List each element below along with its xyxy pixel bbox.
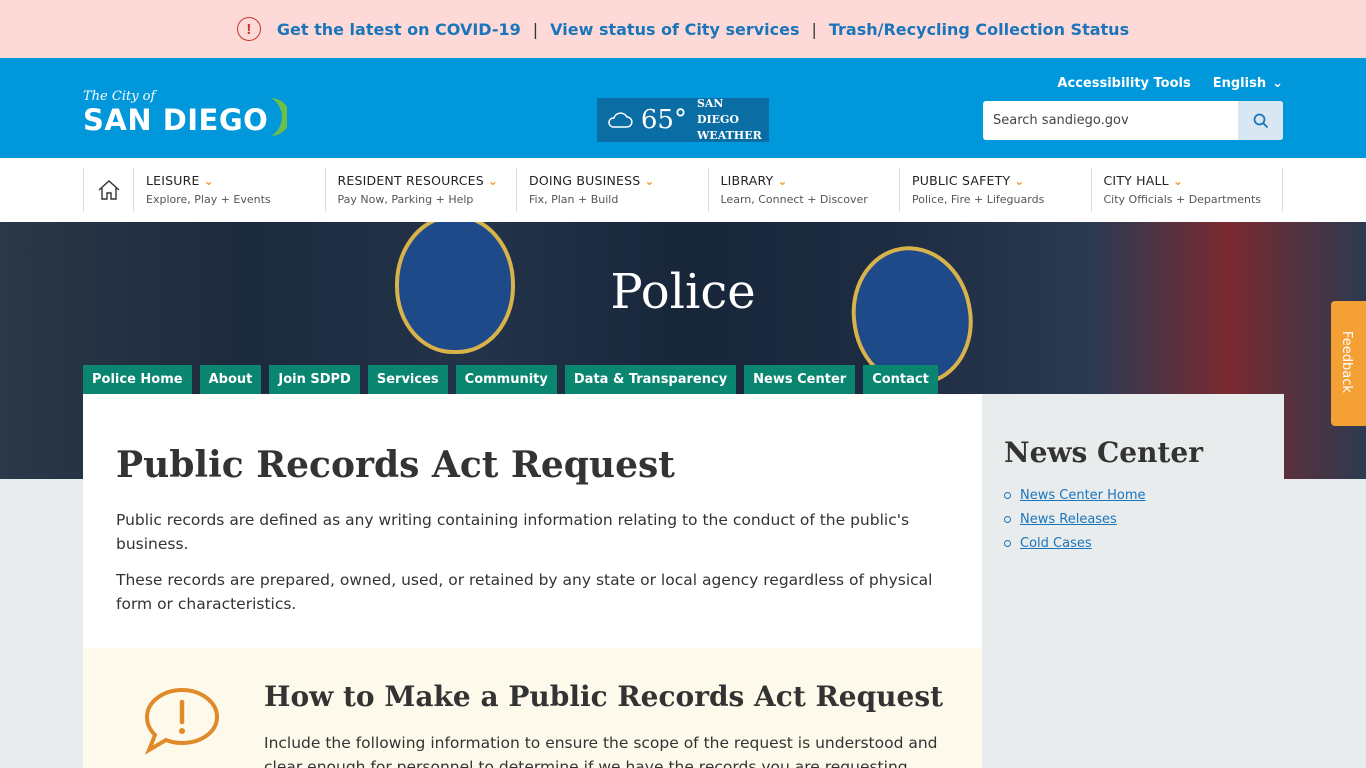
- nav-subtitle: Police, Fire + Lifeguards: [912, 193, 1045, 206]
- weather-widget[interactable]: 65° SAN DIEGO WEATHER: [597, 97, 769, 142]
- list-item: Cold Cases: [1004, 536, 1146, 551]
- nav-title: PUBLIC SAFETY: [912, 173, 1011, 188]
- nav-item-resident-resources[interactable]: RESIDENT RESOURCES ⌄ Pay Now, Parking + H…: [326, 168, 517, 212]
- nav-subtitle: Pay Now, Parking + Help: [337, 193, 474, 206]
- alert-icon: !: [236, 17, 261, 41]
- callout-text: Include the following information to ens…: [264, 734, 938, 768]
- info-callout: How to Make a Public Records Act Request…: [83, 648, 982, 768]
- chevron-down-icon: ⌄: [1172, 174, 1184, 188]
- home-icon: [98, 180, 119, 200]
- site-header: The City of SAN DIEGO 65° SAN DIEGO WEAT…: [0, 58, 1366, 158]
- list-item: News Releases: [1004, 512, 1146, 527]
- subnav-community[interactable]: Community: [455, 365, 557, 394]
- sidebar-title: News Center: [1004, 436, 1203, 469]
- section-subnav: Police Home About Join SDPD Services Com…: [83, 365, 946, 394]
- subnav-services[interactable]: Services: [367, 365, 448, 394]
- chevron-down-icon: ⌄: [1272, 76, 1283, 91]
- nav-title: LEISURE: [146, 173, 200, 188]
- chevron-down-icon: ⌄: [777, 174, 788, 188]
- feedback-label: Feedback: [1339, 331, 1354, 393]
- chevron-down-icon: ⌄: [487, 174, 499, 188]
- nav-subtitle: Learn, Connect + Discover: [720, 193, 868, 206]
- nav-item-city-hall[interactable]: CITY HALL ⌄ City Officials + Departments: [1092, 168, 1283, 212]
- sidebar: News Center News Center Home News Releas…: [982, 394, 1284, 768]
- weather-temperature: 65°: [640, 105, 687, 135]
- callout-title: How to Make a Public Records Act Request: [264, 680, 944, 713]
- nav-subtitle: Fix, Plan + Build: [529, 193, 619, 206]
- nav-item-doing-business[interactable]: DOING BUSINESS ⌄ Fix, Plan + Build: [517, 168, 709, 212]
- trash-status-link[interactable]: Trash/Recycling Collection Status: [829, 20, 1129, 39]
- nav-item-public-safety[interactable]: PUBLIC SAFETY ⌄ Police, Fire + Lifeguards: [900, 168, 1092, 212]
- nav-title: LIBRARY: [720, 173, 774, 188]
- page-title: Public Records Act Request: [116, 444, 675, 486]
- main-content: Public Records Act Request Public record…: [83, 394, 982, 768]
- nav-subtitle: Explore, Play + Events: [146, 193, 271, 206]
- list-item: News Center Home: [1004, 488, 1146, 503]
- alert-bar: ! Get the latest on COVID-19 | View stat…: [0, 0, 1366, 58]
- nav-title: CITY HALL: [1103, 173, 1169, 188]
- city-logo[interactable]: The City of SAN DIEGO: [83, 90, 293, 140]
- subnav-about[interactable]: About: [199, 365, 262, 394]
- chevron-down-icon: ⌄: [644, 174, 655, 188]
- language-selector[interactable]: English ⌄: [1213, 76, 1283, 91]
- nav-title: RESIDENT RESOURCES: [337, 173, 484, 188]
- search-button[interactable]: [1238, 101, 1283, 140]
- main-navigation: LEISURE ⌄ Explore, Play + Events RESIDENT…: [0, 158, 1366, 222]
- top-utility-links: Accessibility Tools English ⌄: [1035, 76, 1283, 91]
- cloud-icon: [608, 112, 633, 128]
- covid-link[interactable]: Get the latest on COVID-19: [277, 20, 521, 39]
- intro-paragraph: These records are prepared, owned, used,…: [116, 571, 933, 613]
- subnav-data-transparency[interactable]: Data & Transparency: [564, 365, 737, 394]
- cold-cases-link[interactable]: Cold Cases: [1020, 536, 1092, 551]
- search-box: [983, 101, 1283, 140]
- news-center-home-link[interactable]: News Center Home: [1020, 488, 1146, 503]
- subnav-news-center[interactable]: News Center: [744, 365, 856, 394]
- alert-separator: |: [811, 19, 817, 39]
- accessibility-tools-link[interactable]: Accessibility Tools: [1057, 76, 1190, 91]
- chevron-down-icon: ⌄: [203, 174, 214, 188]
- subnav-join-sdpd[interactable]: Join SDPD: [269, 365, 360, 394]
- search-input[interactable]: [983, 101, 1238, 140]
- weather-label: SAN DIEGO WEATHER: [696, 97, 762, 142]
- nav-item-leisure[interactable]: LEISURE ⌄ Explore, Play + Events: [134, 168, 326, 212]
- logo-sun-icon: [259, 96, 287, 136]
- sidebar-link-list: News Center Home News Releases Cold Case…: [1004, 488, 1146, 560]
- nav-subtitle: City Officials + Departments: [1103, 193, 1262, 206]
- home-button[interactable]: [83, 168, 134, 212]
- city-services-link[interactable]: View status of City services: [550, 20, 799, 39]
- alert-separator: |: [532, 19, 539, 39]
- feedback-tab[interactable]: Feedback: [1331, 301, 1366, 426]
- nav-item-library[interactable]: LIBRARY ⌄ Learn, Connect + Discover: [709, 168, 900, 212]
- news-releases-link[interactable]: News Releases: [1020, 512, 1117, 527]
- subnav-contact[interactable]: Contact: [863, 365, 938, 394]
- speech-bubble-alert-icon: [144, 687, 220, 755]
- intro-paragraph: Public records are defined as any writin…: [116, 511, 910, 553]
- page-section-title: Police: [610, 264, 756, 320]
- subnav-police-home[interactable]: Police Home: [83, 365, 192, 394]
- nav-title: DOING BUSINESS: [529, 173, 641, 188]
- search-icon: [1253, 113, 1268, 128]
- chevron-down-icon: ⌄: [1014, 174, 1025, 188]
